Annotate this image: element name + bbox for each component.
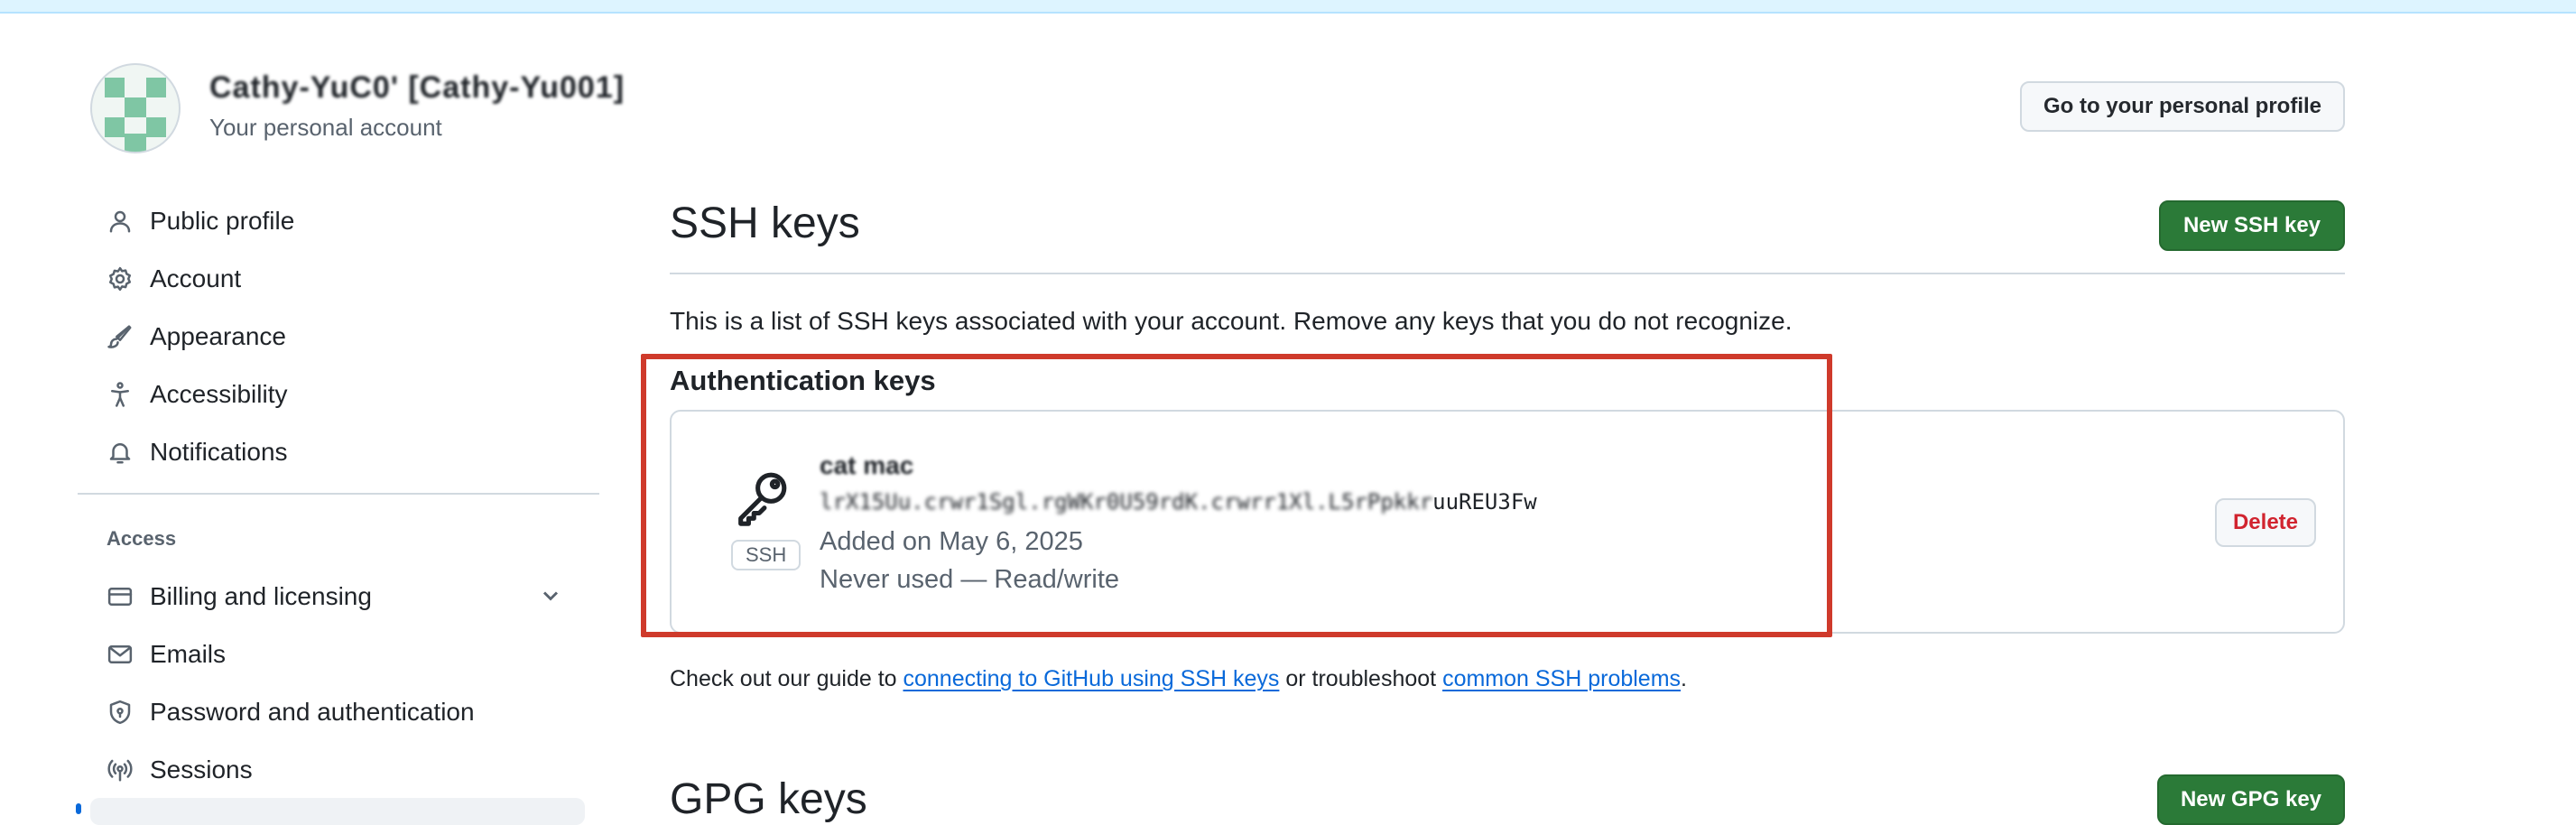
sidebar-item-ssh-gpg-active[interactable] <box>90 798 585 825</box>
title-divider <box>670 273 2345 274</box>
chevron-down-icon[interactable] <box>538 583 563 608</box>
sidebar-item-label: Emails <box>150 640 227 668</box>
ssh-problems-link[interactable]: common SSH problems <box>1442 666 1681 691</box>
sidebar-item-label: Password and authentication <box>150 698 475 726</box>
accessibility-icon <box>105 379 135 410</box>
sidebar-item-billing[interactable]: Billing and licensing <box>90 570 596 623</box>
sidebar-item-label: Public profile <box>150 207 295 235</box>
credit-card-icon <box>105 581 135 612</box>
top-banner <box>0 0 2576 14</box>
sidebar-item-password[interactable]: Password and authentication <box>90 686 596 738</box>
guide-text: Check out our guide to connecting to Git… <box>670 666 1687 691</box>
sidebar-item-notifications[interactable]: Notifications <box>90 426 596 478</box>
sidebar-item-emails[interactable]: Emails <box>90 628 596 681</box>
mail-icon <box>105 639 135 670</box>
highlight-annotation <box>641 354 1832 637</box>
go-to-profile-button[interactable]: Go to your personal profile <box>2020 81 2345 132</box>
new-ssh-key-button[interactable]: New SSH key <box>2159 200 2345 251</box>
gear-icon <box>105 264 135 294</box>
sidebar-item-label: Notifications <box>150 438 288 466</box>
intro-text: This is a list of SSH keys associated wi… <box>670 307 1793 335</box>
sidebar-item-label: Accessibility <box>150 380 288 408</box>
account-name: Cathy-YuC0' [Cathy-Yu001] <box>209 70 625 105</box>
bell-icon <box>105 437 135 468</box>
sidebar-item-account[interactable]: Account <box>90 253 596 305</box>
ssh-guide-link[interactable]: connecting to GitHub using SSH keys <box>903 666 1280 691</box>
sidebar-item-label: Billing and licensing <box>150 582 372 610</box>
sidebar-item-label: Account <box>150 264 242 292</box>
person-icon <box>105 206 135 236</box>
sidebar-item-label: Sessions <box>150 755 253 783</box>
account-subtitle: Your personal account <box>209 114 442 141</box>
delete-key-button[interactable]: Delete <box>2215 498 2316 547</box>
paintbrush-icon <box>105 321 135 352</box>
sidebar-item-label: Appearance <box>150 322 287 350</box>
broadcast-icon <box>105 755 135 785</box>
shield-lock-icon <box>105 697 135 728</box>
page-title: SSH keys <box>670 199 860 247</box>
sidebar-section-access: Access <box>107 527 177 550</box>
new-gpg-key-button[interactable]: New GPG key <box>2157 774 2345 825</box>
sidebar-item-public-profile[interactable]: Public profile <box>90 195 596 247</box>
sidebar-item-accessibility[interactable]: Accessibility <box>90 368 596 421</box>
gpg-section-title: GPG keys <box>670 775 867 823</box>
active-indicator <box>76 803 81 814</box>
sidebar-divider <box>78 493 599 495</box>
sidebar-item-appearance[interactable]: Appearance <box>90 311 596 363</box>
avatar[interactable] <box>90 63 181 153</box>
sidebar-item-sessions[interactable]: Sessions <box>90 744 596 796</box>
